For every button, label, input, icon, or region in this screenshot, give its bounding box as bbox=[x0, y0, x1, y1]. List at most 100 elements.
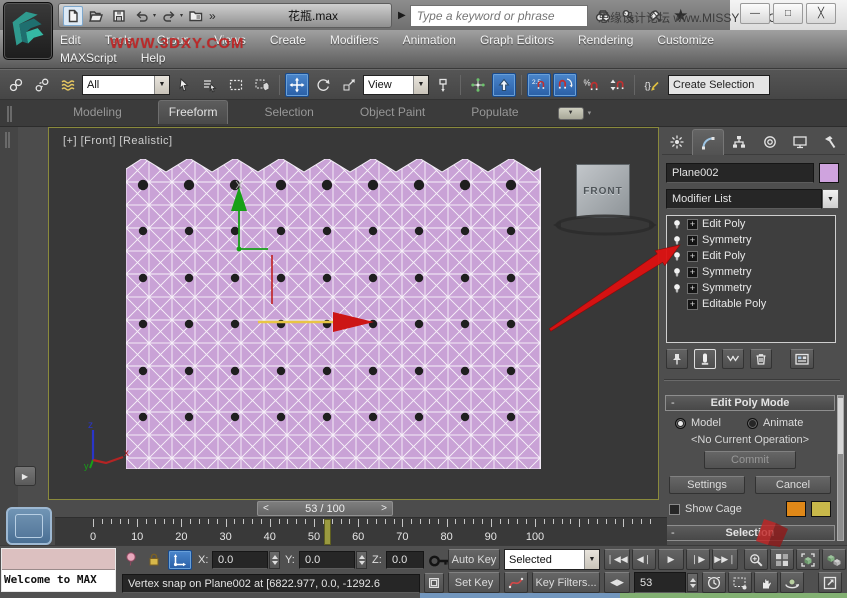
key-filters-button[interactable]: Key Filters... bbox=[532, 572, 600, 593]
toolbar-overflow-chevron[interactable]: » bbox=[209, 10, 216, 22]
configure-modifier-sets-icon[interactable] bbox=[790, 349, 814, 369]
zoom-all-icon[interactable] bbox=[770, 549, 794, 570]
redo-dropdown-arrow[interactable]: ▾ bbox=[180, 13, 183, 19]
z-coordinate-field[interactable] bbox=[386, 551, 424, 569]
close-button[interactable]: ╳ bbox=[806, 3, 836, 24]
menu-edit[interactable]: Edit bbox=[48, 32, 93, 48]
track-bar[interactable]: 0102030405060708090100 bbox=[55, 517, 667, 545]
frame-spinner[interactable] bbox=[687, 573, 698, 592]
rectangular-selection-region-icon[interactable] bbox=[224, 73, 248, 97]
absolute-offset-mode-icon[interactable] bbox=[168, 550, 192, 570]
dock-grip[interactable] bbox=[5, 132, 10, 148]
tab-display-icon[interactable] bbox=[785, 129, 815, 155]
tab-modify-icon[interactable] bbox=[692, 129, 724, 155]
show-cage-checkbox[interactable] bbox=[669, 504, 680, 515]
key-mode-dropdown[interactable]: Selected▼ bbox=[504, 549, 600, 570]
ribbon-options-arrow[interactable]: ▾ bbox=[588, 110, 592, 117]
window-crossing-toggle-icon[interactable] bbox=[250, 73, 274, 97]
selection-lock-icon[interactable] bbox=[146, 551, 164, 569]
select-object-icon[interactable] bbox=[172, 73, 196, 97]
select-and-link-icon[interactable] bbox=[4, 73, 28, 97]
remove-modifier-icon[interactable] bbox=[750, 349, 772, 369]
modifier-list-arrow[interactable]: ▼ bbox=[822, 189, 839, 209]
zoom-extents-icon[interactable] bbox=[796, 549, 820, 570]
listener-output-row[interactable]: Welcome to MAX bbox=[2, 570, 115, 591]
modifier-list-dropdown[interactable]: Modifier List bbox=[666, 189, 822, 209]
listener-macro-row[interactable] bbox=[2, 549, 115, 570]
spinner-snap-toggle-icon[interactable] bbox=[605, 73, 629, 97]
select-and-manipulate-icon[interactable] bbox=[466, 73, 490, 97]
time-configuration-icon[interactable] bbox=[702, 572, 726, 593]
maximize-button[interactable]: □ bbox=[773, 3, 803, 24]
menu-modifiers[interactable]: Modifiers bbox=[318, 32, 391, 48]
named-selection-set-field[interactable] bbox=[668, 75, 770, 95]
x-coordinate-field[interactable] bbox=[212, 551, 268, 569]
previous-frame-icon[interactable]: ◀❘ bbox=[632, 549, 656, 570]
go-to-end-icon[interactable]: ▶▶❘ bbox=[712, 549, 738, 570]
select-and-scale-icon[interactable] bbox=[337, 73, 361, 97]
settings-button[interactable]: Settings bbox=[669, 476, 745, 494]
reference-coordinate-dropdown[interactable]: View▼ bbox=[363, 75, 429, 95]
expand-plus-icon[interactable]: + bbox=[687, 219, 698, 230]
tab-utilities-icon[interactable] bbox=[815, 129, 845, 155]
x-spinner[interactable] bbox=[269, 551, 280, 569]
expand-plus-icon[interactable]: + bbox=[687, 299, 698, 310]
field-of-view-region-icon[interactable] bbox=[728, 572, 752, 593]
stack-item-editable-poly[interactable]: +Editable Poly bbox=[667, 296, 835, 312]
expand-plus-icon[interactable]: + bbox=[687, 283, 698, 294]
cancel-button[interactable]: Cancel bbox=[755, 476, 831, 494]
maxscript-mini-listener[interactable]: Welcome to MAX bbox=[1, 548, 116, 592]
percent-snap-toggle-icon[interactable]: % bbox=[579, 73, 603, 97]
minimize-button[interactable]: — bbox=[740, 3, 770, 24]
stack-item-symmetry[interactable]: +Symmetry bbox=[667, 264, 835, 280]
viewcube-front-label[interactable]: FRONT bbox=[583, 186, 622, 197]
tab-hierarchy-icon[interactable] bbox=[724, 129, 754, 155]
zoom-icon[interactable] bbox=[744, 549, 768, 570]
menu-rendering[interactable]: Rendering bbox=[566, 32, 645, 48]
show-end-result-icon[interactable] bbox=[694, 349, 716, 369]
viewcube[interactable]: FRONT bbox=[576, 164, 630, 218]
mesh-object[interactable] bbox=[126, 159, 541, 469]
next-frame-icon[interactable]: ❘▶ bbox=[686, 549, 710, 570]
ribbon-minimize-button[interactable]: ▼ bbox=[558, 107, 584, 120]
expand-plus-icon[interactable]: + bbox=[687, 267, 698, 278]
bind-to-spacewarp-icon[interactable] bbox=[56, 73, 80, 97]
current-frame-field[interactable] bbox=[634, 572, 686, 593]
keyboard-shortcut-override-icon[interactable] bbox=[492, 73, 516, 97]
edit-named-selection-sets-icon[interactable]: {} bbox=[640, 73, 664, 97]
set-key-button[interactable]: Set Key bbox=[448, 572, 500, 593]
visibility-bulb-icon[interactable] bbox=[671, 218, 683, 231]
menu-customize[interactable]: Customize bbox=[645, 32, 726, 48]
stack-item-symmetry[interactable]: +Symmetry bbox=[667, 280, 835, 296]
select-by-name-icon[interactable] bbox=[198, 73, 222, 97]
cage-selected-color-swatch[interactable] bbox=[811, 501, 831, 517]
object-name-field[interactable]: Plane002 bbox=[666, 163, 814, 183]
menu-help[interactable]: Help bbox=[129, 50, 178, 66]
next-frame-arrow[interactable]: > bbox=[376, 504, 392, 514]
play-animation-icon[interactable]: ▶ bbox=[658, 549, 684, 570]
panel-scrollbar[interactable] bbox=[837, 395, 844, 541]
save-file-button[interactable] bbox=[109, 6, 129, 26]
modifier-stack-list[interactable]: +Edit Poly+Symmetry+Edit Poly+Symmetry+S… bbox=[666, 215, 836, 343]
open-file-button[interactable] bbox=[86, 6, 106, 26]
key-mode-toggle-icon[interactable]: ◀▶ bbox=[604, 572, 630, 593]
ribbon-tab-modeling[interactable]: Modeling bbox=[63, 101, 132, 124]
expand-panel-arrow-button[interactable]: ▶ bbox=[14, 466, 36, 486]
angle-snap-toggle-icon[interactable] bbox=[553, 73, 577, 97]
use-pivot-center-icon[interactable] bbox=[431, 73, 455, 97]
stack-item-edit-poly[interactable]: +Edit Poly bbox=[667, 248, 835, 264]
ribbon-tab-populate[interactable]: Populate bbox=[461, 101, 528, 124]
select-and-rotate-icon[interactable] bbox=[311, 73, 335, 97]
project-folder-button[interactable] bbox=[186, 6, 206, 26]
unlink-selection-icon[interactable] bbox=[30, 73, 54, 97]
ribbon-tab-freeform[interactable]: Freeform bbox=[158, 100, 229, 124]
pan-view-icon[interactable] bbox=[754, 572, 778, 593]
menu-maxscript[interactable]: MAXScript bbox=[48, 50, 129, 66]
go-to-start-icon[interactable]: ❘◀◀ bbox=[604, 549, 630, 570]
search-history-arrow[interactable]: ▶ bbox=[398, 11, 406, 21]
dialog-toggle-icon[interactable] bbox=[424, 573, 444, 593]
model-radio[interactable] bbox=[675, 418, 686, 429]
edit-poly-mode-header[interactable]: -Edit Poly Mode bbox=[665, 395, 835, 411]
viewport-layout-tab-button[interactable] bbox=[6, 507, 52, 545]
ribbon-tab-selection[interactable]: Selection bbox=[254, 101, 323, 124]
